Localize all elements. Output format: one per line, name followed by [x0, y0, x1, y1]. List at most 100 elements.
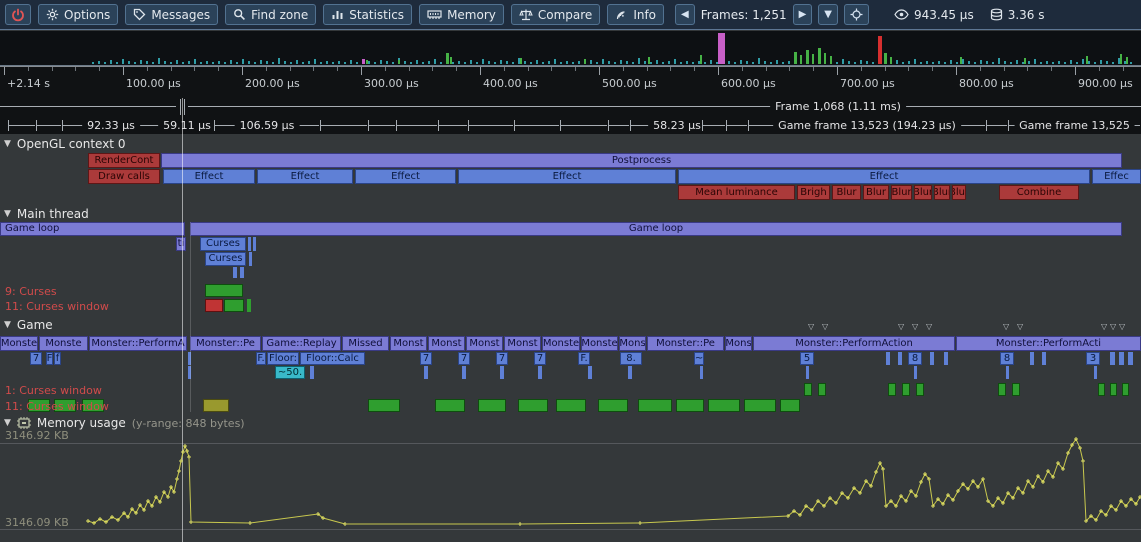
zone[interactable]: F.	[256, 352, 266, 365]
zone[interactable]: Missed	[342, 336, 389, 351]
zone[interactable]: Effect	[163, 169, 255, 184]
message-marker-icon[interactable]: ▽	[1119, 322, 1125, 331]
zone[interactable]: 8.	[620, 352, 642, 365]
message-marker-icon[interactable]: ▽	[898, 322, 904, 331]
zone[interactable]	[424, 366, 428, 379]
zone[interactable]	[1042, 352, 1046, 365]
zone[interactable]	[700, 366, 703, 379]
zone[interactable]	[203, 399, 229, 412]
zone[interactable]: Effec	[1092, 169, 1141, 184]
message-marker-icon[interactable]: ▽	[1101, 322, 1107, 331]
zone[interactable]: Monster::PerformA	[89, 336, 187, 351]
zone[interactable]	[888, 383, 896, 396]
zone[interactable]	[556, 399, 586, 412]
zone[interactable]: ~50.	[275, 366, 305, 379]
zone[interactable]: Blur	[891, 185, 912, 200]
zone[interactable]	[240, 267, 244, 278]
zone[interactable]: 7	[458, 352, 470, 365]
zone[interactable]: Effect	[257, 169, 353, 184]
zone[interactable]: RenderCont	[88, 153, 160, 168]
zone[interactable]	[806, 366, 809, 379]
zone[interactable]	[898, 352, 902, 365]
zone[interactable]: F	[46, 352, 53, 365]
zone[interactable]	[1119, 352, 1124, 365]
thread-label[interactable]: 1: Curses window	[5, 384, 102, 397]
zone[interactable]: 3	[1086, 352, 1100, 365]
zone[interactable]: Brigh	[797, 185, 830, 200]
zone[interactable]: Postprocess	[161, 153, 1122, 168]
message-marker-icon[interactable]: ▽	[1110, 322, 1116, 331]
zone[interactable]	[1012, 383, 1020, 396]
zone[interactable]: Curses	[205, 252, 246, 266]
zone[interactable]: Blur	[832, 185, 861, 200]
zone[interactable]: Floor::Calc	[300, 352, 365, 365]
zone[interactable]	[1098, 383, 1105, 396]
zone[interactable]	[368, 399, 400, 412]
message-marker-icon[interactable]: ▽	[926, 322, 932, 331]
zone[interactable]	[1128, 352, 1133, 365]
zone[interactable]: 8	[1000, 352, 1014, 365]
zone[interactable]: Monster::PerformAction	[753, 336, 955, 351]
zone[interactable]	[916, 383, 924, 396]
thread-label[interactable]: 11: Curses window	[5, 400, 109, 413]
zone[interactable]	[818, 383, 826, 396]
zone[interactable]: Mean luminance	[678, 185, 795, 200]
section-header-opengl-context-0[interactable]: ▼OpenGL context 0	[4, 137, 125, 151]
zone[interactable]	[914, 366, 917, 379]
zone[interactable]	[435, 399, 465, 412]
zone[interactable]: Monste	[581, 336, 618, 351]
zone[interactable]	[998, 383, 1006, 396]
zone[interactable]	[518, 399, 548, 412]
zone[interactable]	[538, 366, 542, 379]
zone[interactable]	[253, 237, 256, 251]
zone[interactable]: Mons	[725, 336, 752, 351]
zone[interactable]	[1110, 352, 1115, 365]
section-header-main-thread[interactable]: ▼Main thread	[4, 207, 89, 221]
zone[interactable]: Monst	[504, 336, 541, 351]
zone[interactable]	[598, 399, 628, 412]
zone[interactable]	[1110, 383, 1117, 396]
zone[interactable]: Monste	[542, 336, 580, 351]
zone[interactable]: Blur	[934, 185, 950, 200]
zone[interactable]	[588, 366, 592, 379]
message-marker-icon[interactable]: ▽	[912, 322, 918, 331]
zone[interactable]	[478, 399, 506, 412]
zone[interactable]: Monster::Pe	[190, 336, 261, 351]
zone[interactable]: Floor:	[267, 352, 299, 365]
zone[interactable]: 7	[420, 352, 432, 365]
message-marker-icon[interactable]: ▽	[808, 322, 814, 331]
zone[interactable]	[780, 399, 800, 412]
zone[interactable]: 8	[908, 352, 922, 365]
zone[interactable]	[248, 237, 251, 251]
zone[interactable]: ti	[176, 237, 186, 251]
zone[interactable]	[233, 267, 237, 278]
zone[interactable]: Curses	[200, 237, 246, 251]
zone[interactable]: Combine	[999, 185, 1079, 200]
zone[interactable]	[462, 366, 466, 379]
zone[interactable]	[944, 352, 948, 365]
thread-label[interactable]: 11: Curses window	[5, 300, 109, 313]
zone[interactable]: Mons	[619, 336, 646, 351]
zone[interactable]: Monster::Pe	[647, 336, 724, 351]
message-marker-icon[interactable]: ▽	[1017, 322, 1023, 331]
section-header-memory-usage[interactable]: ▼Memory usage(y-range: 848 bytes)	[4, 416, 245, 430]
zone[interactable]	[638, 399, 672, 412]
zone[interactable]	[205, 299, 223, 312]
zone[interactable]: f	[54, 352, 61, 365]
zone[interactable]: Effect	[458, 169, 676, 184]
zone[interactable]	[628, 366, 632, 379]
message-marker-icon[interactable]: ▽	[1003, 322, 1009, 331]
zone[interactable]	[247, 299, 251, 312]
zone[interactable]: Blur	[863, 185, 889, 200]
message-marker-icon[interactable]: ▽	[822, 322, 828, 331]
zone[interactable]	[708, 399, 740, 412]
zone[interactable]: 7	[534, 352, 546, 365]
zone[interactable]	[224, 299, 244, 312]
zone[interactable]: Draw calls	[88, 169, 160, 184]
zone[interactable]: Effect	[355, 169, 456, 184]
zone[interactable]: Blur	[952, 185, 966, 200]
zone[interactable]	[1094, 366, 1097, 379]
zone[interactable]	[1030, 352, 1034, 365]
zone[interactable]	[310, 366, 314, 379]
thread-label[interactable]: 9: Curses	[5, 285, 57, 298]
